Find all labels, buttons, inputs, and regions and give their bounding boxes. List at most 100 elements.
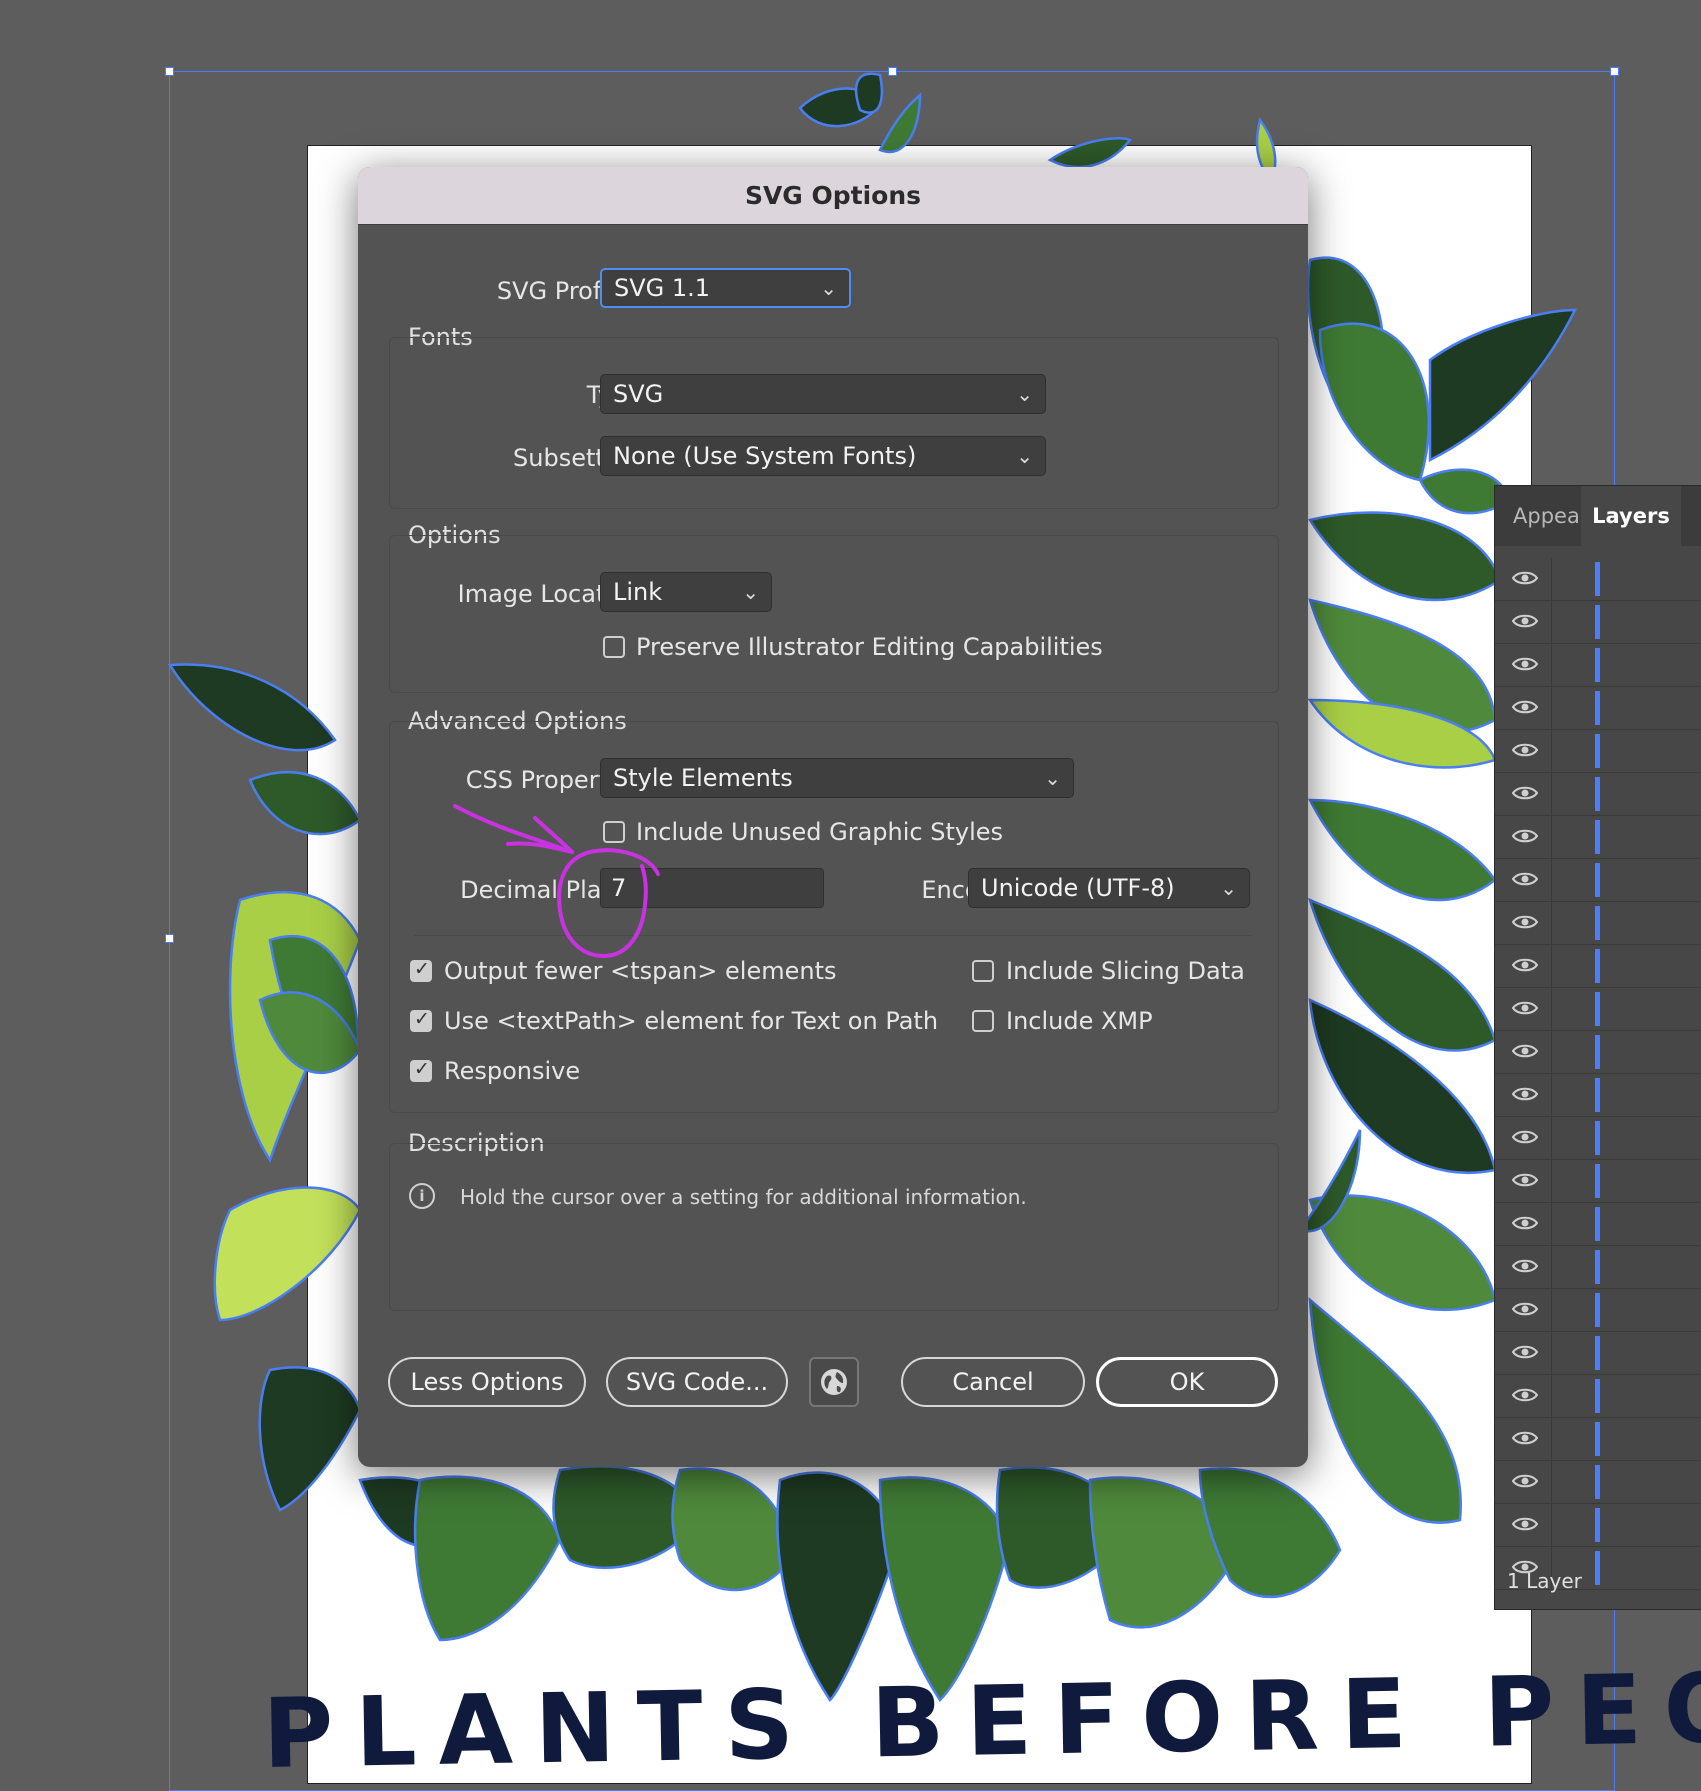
layer-row[interactable]: [1495, 1461, 1701, 1504]
visibility-eye-icon[interactable]: [1512, 827, 1538, 845]
cancel-button[interactable]: Cancel: [901, 1357, 1085, 1407]
visibility-eye-icon[interactable]: [1512, 569, 1538, 587]
encoding-select[interactable]: Unicode (UTF-8) ⌄: [968, 868, 1250, 908]
layer-row[interactable]: [1495, 859, 1701, 902]
layer-row[interactable]: [1495, 644, 1701, 687]
visibility-eye-icon[interactable]: [1512, 1472, 1538, 1490]
visibility-eye-icon[interactable]: [1512, 1515, 1538, 1533]
font-type-select[interactable]: SVG ⌄: [600, 374, 1046, 414]
subsetting-value: None (Use System Fonts): [613, 442, 917, 470]
less-options-button[interactable]: Less Options: [388, 1357, 586, 1407]
layer-row[interactable]: [1495, 687, 1701, 730]
layer-row[interactable]: [1495, 902, 1701, 945]
include-unused-styles-label: Include Unused Graphic Styles: [636, 818, 1004, 846]
layer-color-bar: [1595, 1207, 1600, 1241]
visibility-eye-icon[interactable]: [1512, 784, 1538, 802]
row-separator: [1551, 730, 1552, 772]
layer-row[interactable]: [1495, 1332, 1701, 1375]
layer-color-bar: [1595, 1035, 1600, 1069]
row-separator: [1551, 1117, 1552, 1159]
web-preview-button[interactable]: [809, 1357, 859, 1407]
image-location-select[interactable]: Link ⌄: [600, 572, 772, 612]
output-fewer-tspan-checkbox[interactable]: [410, 958, 432, 982]
layer-row[interactable]: [1495, 1375, 1701, 1418]
layer-row[interactable]: [1495, 816, 1701, 859]
layer-row[interactable]: [1495, 1160, 1701, 1203]
visibility-eye-icon[interactable]: [1512, 655, 1538, 673]
row-separator: [1551, 1461, 1552, 1503]
font-type-value: SVG: [613, 380, 664, 408]
include-unused-styles-checkbox[interactable]: [603, 821, 625, 843]
visibility-eye-icon[interactable]: [1512, 1085, 1538, 1103]
preserve-editing-checkbox[interactable]: [603, 636, 625, 658]
include-xmp-checkbox[interactable]: [972, 1010, 994, 1032]
visibility-eye-icon[interactable]: [1512, 1171, 1538, 1189]
visibility-eye-icon[interactable]: [1512, 1214, 1538, 1232]
visibility-eye-icon[interactable]: [1512, 1386, 1538, 1404]
visibility-eye-icon[interactable]: [1512, 741, 1538, 759]
decimal-places-input[interactable]: 7: [600, 868, 824, 908]
row-separator: [1551, 945, 1552, 987]
layer-row[interactable]: [1495, 1246, 1701, 1289]
row-separator: [1551, 1504, 1552, 1546]
tab-layers[interactable]: Layers: [1581, 486, 1681, 546]
layer-row[interactable]: [1495, 1031, 1701, 1074]
chevron-down-icon: ⌄: [1016, 382, 1033, 406]
svg-code-button[interactable]: SVG Code...: [606, 1357, 788, 1407]
globe-icon: [821, 1369, 847, 1395]
visibility-eye-icon[interactable]: [1512, 999, 1538, 1017]
svg-profiles-select[interactable]: SVG 1.1 ⌄: [600, 268, 851, 308]
include-slicing-checkbox[interactable]: [972, 960, 994, 982]
visibility-eye-icon[interactable]: [1512, 612, 1538, 630]
visibility-eye-icon[interactable]: [1512, 913, 1538, 931]
layer-row[interactable]: [1495, 773, 1701, 816]
layer-row[interactable]: [1495, 730, 1701, 773]
options-group: [389, 535, 1279, 693]
visibility-eye-icon[interactable]: [1512, 870, 1538, 888]
visibility-eye-icon[interactable]: [1512, 1343, 1538, 1361]
subsetting-select[interactable]: None (Use System Fonts) ⌄: [600, 436, 1046, 476]
visibility-eye-icon[interactable]: [1512, 1257, 1538, 1275]
responsive-label: Responsive: [444, 1057, 581, 1085]
layer-color-bar: [1595, 648, 1600, 682]
responsive-checkbox[interactable]: [410, 1058, 432, 1082]
layer-color-bar: [1595, 1164, 1600, 1198]
layer-list: [1495, 558, 1701, 1590]
ok-button[interactable]: OK: [1096, 1357, 1278, 1407]
row-separator: [1551, 816, 1552, 858]
layer-color-bar: [1595, 1121, 1600, 1155]
layer-color-bar: [1595, 1293, 1600, 1327]
layer-color-bar: [1595, 820, 1600, 854]
visibility-eye-icon[interactable]: [1512, 1128, 1538, 1146]
layer-row[interactable]: [1495, 1117, 1701, 1160]
layer-row[interactable]: [1495, 945, 1701, 988]
row-separator: [1551, 1031, 1552, 1073]
layers-panel: Appea Layers 1 Layer: [1494, 485, 1701, 1610]
dialog-title: SVG Options: [358, 167, 1308, 225]
visibility-eye-icon[interactable]: [1512, 1429, 1538, 1447]
visibility-eye-icon[interactable]: [1512, 956, 1538, 974]
row-separator: [1551, 1203, 1552, 1245]
layer-color-bar: [1595, 605, 1600, 639]
fonts-group: [389, 337, 1279, 509]
visibility-eye-icon[interactable]: [1512, 1042, 1538, 1060]
layer-row[interactable]: [1495, 988, 1701, 1031]
layer-row[interactable]: [1495, 1418, 1701, 1461]
css-properties-select[interactable]: Style Elements ⌄: [600, 758, 1074, 798]
css-properties-value: Style Elements: [613, 764, 793, 792]
layer-row[interactable]: [1495, 1504, 1701, 1547]
layer-color-bar: [1595, 777, 1600, 811]
output-fewer-tspan-label: Output fewer <tspan> elements: [444, 957, 837, 985]
visibility-eye-icon[interactable]: [1512, 698, 1538, 716]
layer-row[interactable]: [1495, 558, 1701, 601]
row-separator: [1551, 644, 1552, 686]
tab-appearance[interactable]: Appea: [1513, 486, 1581, 546]
layer-row[interactable]: [1495, 601, 1701, 644]
advanced-divider: [414, 935, 1252, 936]
layer-row[interactable]: [1495, 1203, 1701, 1246]
visibility-eye-icon[interactable]: [1512, 1300, 1538, 1318]
layer-row[interactable]: [1495, 1289, 1701, 1332]
layer-row[interactable]: [1495, 1074, 1701, 1117]
layer-color-bar: [1595, 1336, 1600, 1370]
use-textpath-checkbox[interactable]: [410, 1008, 432, 1032]
